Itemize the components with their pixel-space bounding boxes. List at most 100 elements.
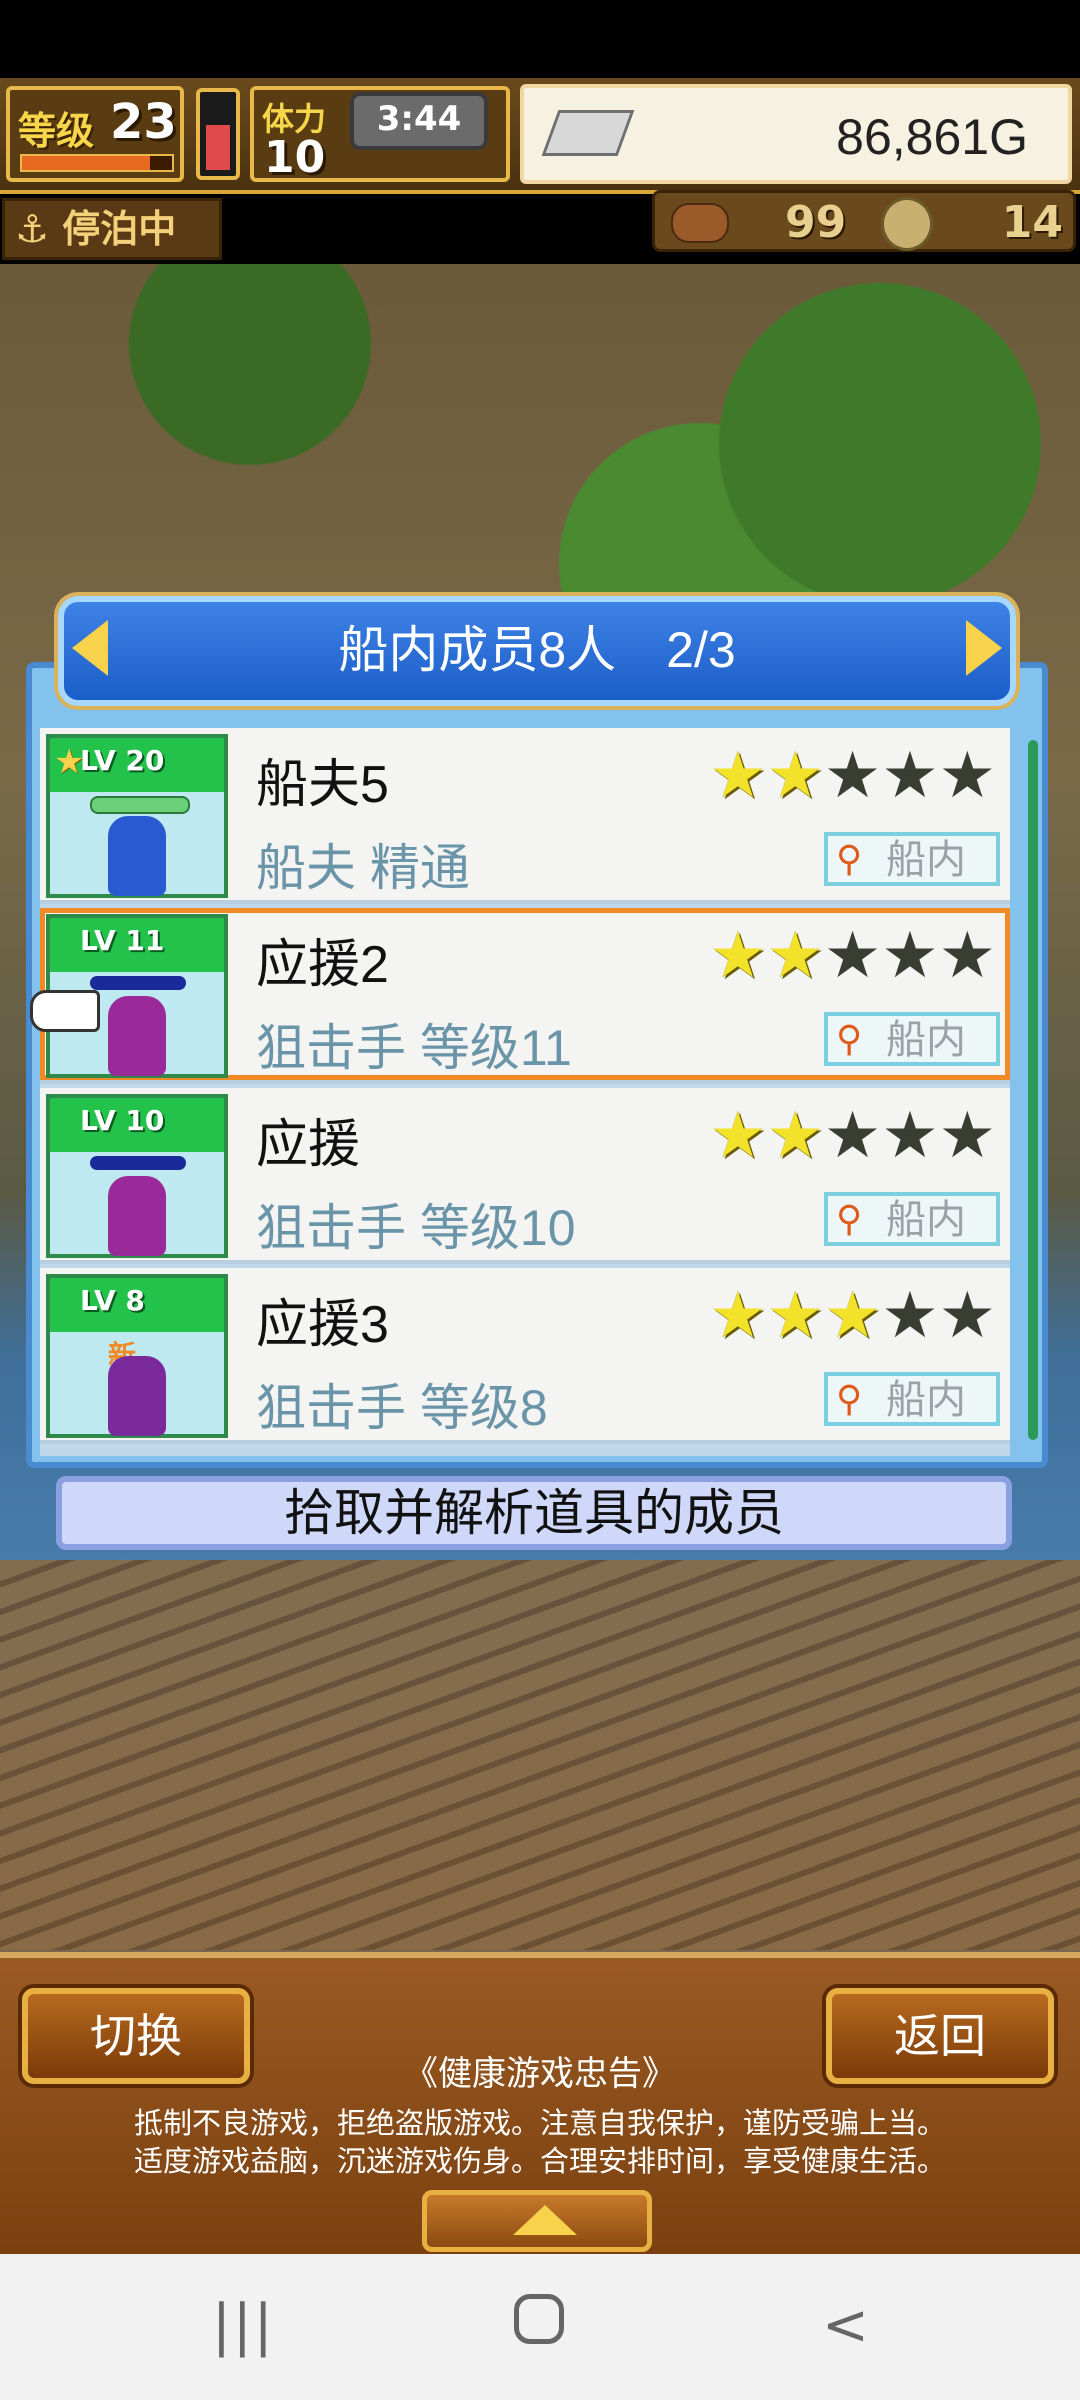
location-tag-label: 船内 (886, 838, 966, 882)
magnifier-icon: ⚲ (836, 839, 863, 880)
health-gauge-fill (206, 125, 230, 170)
expand-menu-button[interactable] (422, 2190, 652, 2252)
magnifier-icon: ⚲ (836, 1199, 863, 1240)
level-label: 等级 (18, 109, 95, 153)
health-notice-line-2: 适度游戏益脑，沉迷游戏伤身。合理安排时间，享受健康生活。 (133, 2146, 946, 2178)
bridge-background (0, 1560, 1080, 1950)
medal-icon (881, 197, 933, 251)
back-icon[interactable]: < (822, 2296, 869, 2356)
location-tag-label: 船内 (886, 1198, 966, 1242)
crew-member-row[interactable]: LV 11 应援2 狙击手 等级11 ★★★★★ ⚲ 船内 (40, 908, 1010, 1084)
level-progress-fill (22, 156, 150, 170)
food-value: 99 (785, 197, 847, 248)
health-notice-title: 《健康游戏忠告》 (404, 2055, 676, 2093)
member-job: 船夫 精通 (256, 840, 470, 896)
moored-label: 停泊中 (62, 207, 177, 251)
star-empty-icon: ★ (938, 919, 996, 993)
location-tag: ⚲ 船内 (824, 1192, 1000, 1246)
star-filled-icon: ★ (766, 739, 824, 813)
star-empty-icon: ★ (881, 739, 939, 813)
member-level: LV 10 (80, 1104, 165, 1137)
medal-value: 14 (1001, 197, 1063, 248)
location-tag: ⚲ 船内 (824, 1012, 1000, 1066)
location-tag-label: 船内 (886, 1378, 966, 1422)
star-filled-icon: ★ (709, 1099, 767, 1173)
member-portrait: LV 10 (46, 1094, 228, 1258)
member-job: 狙击手 等级10 (256, 1200, 576, 1256)
star-filled-icon: ★ (766, 1279, 824, 1353)
star-filled-icon: ★ (766, 1099, 824, 1173)
star-empty-icon: ★ (823, 739, 882, 813)
member-rating: ★★★★★ (709, 744, 996, 808)
status-bar (0, 0, 1080, 78)
member-name: 应援3 (256, 1296, 389, 1354)
recent-apps-icon[interactable]: ||| (212, 2296, 275, 2356)
crew-member-row[interactable]: LV 10 应援狙击手 等级10 ★★★★★ ⚲ 船内 (40, 1088, 1010, 1264)
member-sprite (108, 816, 166, 896)
member-rating: ★★★★★ (709, 1284, 996, 1348)
level-box: 等级 23 (6, 86, 184, 182)
level-progress-bar (20, 154, 174, 172)
star-empty-icon: ★ (823, 1099, 882, 1173)
star-empty-icon: ★ (938, 1279, 996, 1353)
level-value: 23 (110, 94, 177, 150)
moored-status: ⚓ 停泊中 (2, 198, 222, 260)
crew-member-row[interactable]: LV 8 新应援3 狙击手 等级8 ★★★★★ ⚲ 船内 (40, 1268, 1010, 1444)
bottom-bar: 切换 返回 《健康游戏忠告》 抵制不良游戏，拒绝盗版游戏。注意自我保护，谨防受骗… (0, 1952, 1080, 2260)
stamina-value: 10 (264, 132, 326, 183)
health-gauge (196, 88, 240, 180)
crew-list: ★ LV 20 船夫5 船夫 精通 ★★★★★ ⚲ 船内 LV 11 应援2 狙击手 等级11 ★★… (40, 728, 1010, 1456)
star-filled-icon: ★ (766, 919, 824, 993)
member-portrait: ★ LV 20 (46, 734, 228, 898)
food-icon (671, 203, 729, 243)
pointing-hand-cursor-icon (30, 990, 100, 1032)
top-hud: 等级 23 体力 10 3:44 86,861G (0, 78, 1080, 194)
gold-value: 86,861G (836, 109, 1028, 165)
home-icon[interactable] (514, 2294, 564, 2344)
member-sprite (108, 996, 166, 1076)
location-tag: ⚲ 船内 (824, 832, 1000, 886)
member-name: 船夫5 (256, 756, 389, 814)
crew-list-scrollbar[interactable] (1028, 740, 1038, 1440)
magnifier-icon: ⚲ (836, 1379, 863, 1420)
magnifier-icon: ⚲ (836, 1019, 863, 1060)
star-filled-icon: ★ (709, 919, 767, 993)
member-gauge (90, 796, 190, 814)
member-job: 狙击手 等级11 (256, 1020, 572, 1076)
star-empty-icon: ★ (938, 739, 996, 813)
star-filled-icon: ★ (709, 739, 767, 813)
member-rating: ★★★★★ (709, 1104, 996, 1168)
member-level: LV 11 (80, 924, 165, 957)
location-tag-label: 船内 (886, 1018, 966, 1062)
silver-ingot-icon (541, 110, 635, 156)
member-rating: ★★★★★ (709, 924, 996, 988)
location-tag: ⚲ 船内 (824, 1372, 1000, 1426)
member-sprite (108, 1356, 166, 1436)
member-name: 应援2 (256, 936, 389, 994)
star-empty-icon: ★ (881, 1279, 939, 1353)
member-gauge (90, 976, 186, 990)
member-sprite (108, 1176, 166, 1256)
star-filled-icon: ★ (823, 1279, 882, 1353)
resource-bar: 99 14 (652, 190, 1076, 252)
member-portrait: LV 8新 (46, 1274, 228, 1438)
gold-box: 86,861G (520, 84, 1072, 184)
member-level: LV 8 (80, 1284, 145, 1317)
member-gauge (90, 1156, 186, 1170)
member-description: 拾取并解析道具的成员 (56, 1476, 1012, 1550)
stamina-box: 体力 10 3:44 (250, 86, 510, 183)
member-job: 狙击手 等级8 (256, 1380, 548, 1436)
member-name: 应援 (256, 1116, 361, 1174)
member-level: LV 20 (80, 744, 165, 777)
crew-panel-title: 船内成员8人 2/3 (338, 622, 736, 678)
star-empty-icon: ★ (823, 919, 882, 993)
crew-member-row[interactable]: ★ LV 20 船夫5 船夫 精通 ★★★★★ ⚲ 船内 (40, 728, 1010, 904)
star-empty-icon: ★ (881, 919, 939, 993)
star-empty-icon: ★ (881, 1099, 939, 1173)
system-navigation-bar: ||| < (0, 2254, 1080, 2400)
health-notice-line-1: 抵制不良游戏，拒绝盗版游戏。注意自我保护，谨防受骗上当。 (133, 2108, 946, 2140)
star-filled-icon: ★ (709, 1279, 767, 1353)
up-arrow-icon (513, 2205, 577, 2235)
time-badge: 3:44 (350, 92, 488, 150)
next-page-arrow-icon[interactable] (966, 620, 1002, 676)
